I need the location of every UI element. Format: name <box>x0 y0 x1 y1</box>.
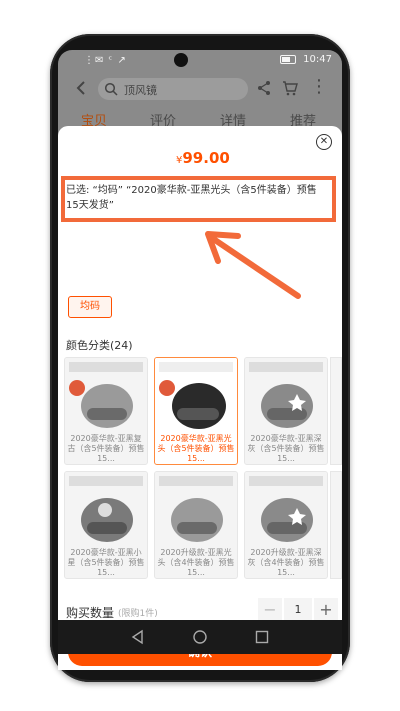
search-placeholder: 顶风镜 <box>124 84 157 97</box>
color-option-card-selected[interactable]: 2020豪华款-亚黑光头（含5件装备）预售15... <box>154 357 238 465</box>
helmet-image <box>245 472 327 548</box>
card-caption: 2020豪华款-亚黑复古（含5件装备）预售15... <box>67 434 145 463</box>
system-nav-bar <box>58 620 342 654</box>
status-icons: ⋮✉ ᶜ ↗ <box>84 55 127 66</box>
status-bar: ⋮✉ ᶜ ↗ 10:47 <box>58 50 342 70</box>
search-icon <box>104 81 118 96</box>
helmet-image <box>65 472 147 548</box>
card-edge-clipped <box>330 471 342 579</box>
color-option-card[interactable]: 2020豪华款-亚黑小星（含5件装备）预售15... <box>64 471 148 579</box>
highlight-annotation-box <box>61 176 336 222</box>
card-edge-clipped <box>330 357 342 465</box>
card-caption: 2020升级款-亚黑光头（含4件装备）预售15... <box>157 548 235 577</box>
quantity-stepper-value[interactable]: 1 <box>284 598 312 622</box>
price-value: 99.00 <box>182 149 230 167</box>
quantity-limit-note: (限购1件) <box>118 609 158 619</box>
quantity-label: 购买数量 <box>66 606 115 620</box>
color-option-card[interactable]: 2020豪华款-亚黑复古（含5件装备）预售15... <box>64 357 148 465</box>
price: ¥99.00 <box>176 148 230 167</box>
nav-back-icon[interactable] <box>130 629 146 645</box>
card-caption: 2020升级款-亚黑深灰（含4件装备）预售15... <box>247 548 325 577</box>
nav-recent-icon[interactable] <box>254 629 270 645</box>
helmet-image <box>245 358 327 434</box>
card-caption: 2020豪华款-亚黑深灰（含5件装备）预售15... <box>247 434 325 463</box>
color-option-card[interactable]: 2020升级款-亚黑光头（含4件装备）预售15... <box>154 471 238 579</box>
sku-selector-sheet: ✕ ¥99.00 已选: “均码” “2020豪华款-亚黑光头（含5件装备）预售… <box>58 126 342 670</box>
color-option-card[interactable]: 2020豪华款-亚黑深灰（含5件装备）预售15... <box>244 357 328 465</box>
cart-icon[interactable] <box>282 80 298 96</box>
search-input[interactable]: 顶风镜 <box>98 78 248 100</box>
size-option-chip[interactable]: 均码 <box>68 296 112 318</box>
share-icon[interactable] <box>256 80 272 96</box>
quantity-increment-button[interactable]: + <box>314 598 338 622</box>
color-options-grid: 2020豪华款-亚黑复古（含5件装备）预售15... 2020豪华款-亚黑光头（… <box>64 357 342 579</box>
helmet-image <box>155 358 237 434</box>
app-screen: ⋮✉ ᶜ ↗ 10:47 顶风镜 ⋮ 宝贝 评价 详情 推荐 ✕ ¥99.00 … <box>58 50 342 670</box>
helmet-image <box>155 472 237 548</box>
close-icon[interactable]: ✕ <box>316 134 332 150</box>
top-bar: 顶风镜 ⋮ <box>58 72 342 106</box>
annotation-arrow-icon <box>205 231 301 299</box>
back-icon[interactable] <box>72 78 92 98</box>
nav-home-icon[interactable] <box>192 629 208 645</box>
card-caption: 2020豪华款-亚黑光头（含5件装备）预售15... <box>157 434 235 463</box>
more-icon[interactable]: ⋮ <box>310 76 328 97</box>
helmet-image <box>65 358 147 434</box>
color-section-title: 颜色分类(24) <box>66 339 133 352</box>
battery-icon <box>279 54 296 64</box>
color-option-card[interactable]: 2020升级款-亚黑深灰（含4件装备）预售15... <box>244 471 328 579</box>
status-right: 10:47 <box>279 54 332 65</box>
card-caption: 2020豪华款-亚黑小星（含5件装备）预售15... <box>67 548 145 577</box>
camera-notch <box>174 53 188 67</box>
quantity-decrement-button[interactable]: − <box>258 598 282 622</box>
status-time: 10:47 <box>303 54 332 65</box>
